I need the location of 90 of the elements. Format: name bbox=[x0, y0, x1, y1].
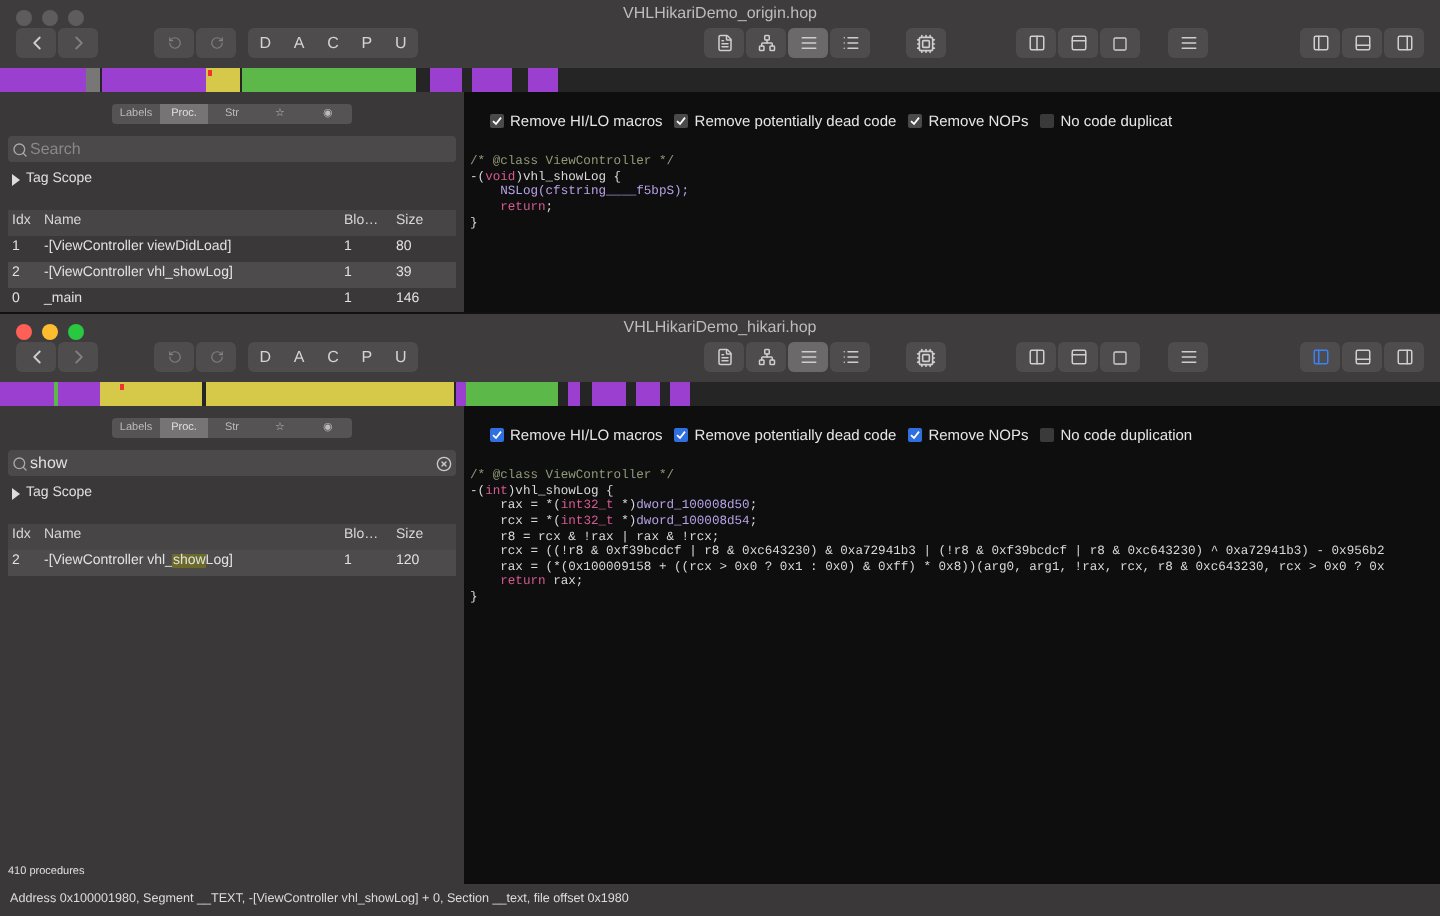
cpu-button[interactable] bbox=[906, 28, 946, 58]
chip-icon bbox=[916, 33, 936, 53]
minimize-button[interactable] bbox=[42, 324, 58, 340]
redo-icon bbox=[209, 36, 223, 50]
search-icon bbox=[12, 141, 28, 157]
document-icon bbox=[715, 348, 733, 366]
document-icon bbox=[715, 34, 733, 52]
header-view-button[interactable] bbox=[1058, 28, 1098, 58]
left-panel-button[interactable] bbox=[1300, 28, 1340, 58]
form-icon bbox=[1179, 348, 1197, 366]
cpu-button[interactable] bbox=[906, 342, 946, 372]
chip-icon bbox=[916, 347, 936, 367]
pseudocode-button[interactable] bbox=[788, 342, 828, 372]
window-title: VHLHikariDemo_origin.hop bbox=[623, 2, 817, 26]
panel-left-icon bbox=[1311, 348, 1329, 366]
checkmark-icon bbox=[492, 116, 502, 127]
form-icon bbox=[1179, 34, 1197, 52]
mode-button[interactable]: P bbox=[361, 31, 373, 55]
back-button[interactable] bbox=[16, 342, 56, 372]
columns-icon bbox=[1027, 34, 1045, 52]
panel-bottom-icon bbox=[1353, 34, 1371, 52]
mode-button[interactable]: D bbox=[259, 31, 271, 55]
undo-icon bbox=[167, 36, 181, 50]
bottom-panel-button[interactable] bbox=[1342, 28, 1382, 58]
checkbox[interactable] bbox=[1040, 428, 1055, 443]
search-field[interactable]: Search bbox=[8, 136, 456, 162]
graph-view-button[interactable] bbox=[746, 342, 786, 372]
mode-button[interactable]: D bbox=[259, 345, 271, 369]
columns-icon bbox=[1027, 348, 1045, 366]
split-view-button[interactable] bbox=[1016, 342, 1056, 372]
info-button[interactable] bbox=[1100, 28, 1140, 58]
hex-view-button[interactable] bbox=[830, 342, 870, 372]
zoom-button[interactable] bbox=[68, 324, 84, 340]
mode-button[interactable]: A bbox=[293, 345, 305, 369]
lines-icon bbox=[799, 348, 817, 366]
mode-button[interactable]: A bbox=[293, 31, 305, 55]
inspector-button[interactable] bbox=[1168, 28, 1208, 58]
panel-bottom-icon bbox=[1353, 348, 1371, 366]
checkbox[interactable] bbox=[490, 114, 504, 129]
disclosure-triangle-icon[interactable] bbox=[12, 174, 20, 187]
hex-view-button[interactable] bbox=[830, 28, 870, 58]
text-view-button[interactable] bbox=[704, 28, 744, 58]
list-icon bbox=[841, 34, 859, 52]
bottom-panel-button[interactable] bbox=[1342, 342, 1382, 372]
search-field[interactable]: show bbox=[8, 450, 456, 476]
right-panel-button[interactable] bbox=[1384, 28, 1424, 58]
checkbox[interactable] bbox=[674, 428, 689, 443]
left-panel-button[interactable] bbox=[1300, 342, 1340, 372]
panel-right-icon bbox=[1395, 34, 1413, 52]
checkbox[interactable] bbox=[674, 114, 689, 129]
checkbox[interactable] bbox=[908, 428, 923, 443]
back-button[interactable] bbox=[16, 28, 56, 58]
flowchart-icon bbox=[757, 348, 775, 366]
mode-button[interactable]: U bbox=[395, 345, 407, 369]
checkmark-icon bbox=[492, 430, 502, 441]
inspector-button[interactable] bbox=[1168, 342, 1208, 372]
mode-button[interactable]: C bbox=[327, 31, 339, 55]
clear-icon[interactable] bbox=[436, 455, 452, 471]
square-icon bbox=[1112, 35, 1128, 51]
checkbox[interactable] bbox=[1040, 114, 1055, 129]
window-title: VHLHikariDemo_hikari.hop bbox=[623, 316, 817, 340]
undo-icon bbox=[167, 350, 181, 364]
checkmark-icon bbox=[676, 116, 687, 127]
search-icon bbox=[12, 455, 28, 471]
redo-icon bbox=[209, 350, 223, 364]
close-button[interactable] bbox=[16, 324, 32, 340]
info-button[interactable] bbox=[1100, 342, 1140, 372]
panel-top-icon bbox=[1069, 348, 1087, 366]
mode-button[interactable]: C bbox=[327, 345, 339, 369]
panel-left-icon bbox=[1311, 34, 1329, 52]
lines-icon bbox=[799, 34, 817, 52]
right-panel-button[interactable] bbox=[1384, 342, 1424, 372]
checkbox[interactable] bbox=[490, 428, 504, 443]
text-view-button[interactable] bbox=[704, 342, 744, 372]
list-icon bbox=[841, 348, 859, 366]
square-icon bbox=[1112, 349, 1128, 365]
panel-right-icon bbox=[1395, 348, 1413, 366]
checkmark-icon bbox=[676, 430, 687, 441]
checkbox[interactable] bbox=[908, 114, 923, 129]
checkmark-icon bbox=[910, 116, 921, 127]
pseudocode-button[interactable] bbox=[788, 28, 828, 58]
mode-button[interactable]: P bbox=[361, 345, 373, 369]
split-view-button[interactable] bbox=[1016, 28, 1056, 58]
graph-view-button[interactable] bbox=[746, 28, 786, 58]
mode-button[interactable]: U bbox=[395, 31, 407, 55]
flowchart-icon bbox=[757, 34, 775, 52]
disclosure-triangle-icon[interactable] bbox=[12, 488, 20, 501]
header-view-button[interactable] bbox=[1058, 342, 1098, 372]
checkmark-icon bbox=[910, 430, 921, 441]
panel-top-icon bbox=[1069, 34, 1087, 52]
